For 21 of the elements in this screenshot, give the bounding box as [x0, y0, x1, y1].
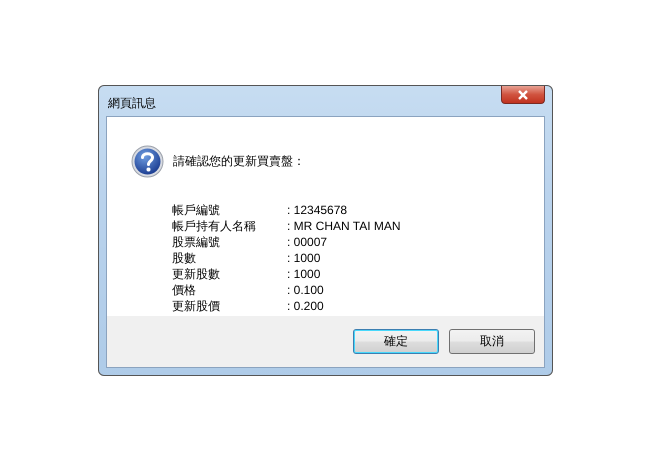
field-label: 股票編號	[172, 234, 221, 250]
field-label: 更新股價	[172, 298, 221, 314]
field-label: 股數	[172, 250, 197, 266]
field-value: : 00007	[287, 234, 328, 250]
field-label: 帳戶持有人名稱	[172, 218, 257, 234]
field-value: : 12345678	[287, 202, 348, 218]
field-value: : MR CHAN TAI MAN	[287, 218, 402, 234]
field-value: : 1000	[287, 266, 322, 282]
field-label: 更新股數	[172, 266, 221, 282]
question-icon	[131, 145, 164, 178]
field-value: : 0.100	[287, 282, 325, 298]
cancel-button[interactable]: 取消	[449, 329, 535, 354]
ok-button[interactable]: 確定	[353, 329, 439, 354]
field-label: 帳戶編號	[172, 202, 221, 218]
field-value: : 0.200	[287, 298, 325, 314]
window-title: 網頁訊息	[108, 95, 156, 112]
close-button[interactable]	[501, 86, 545, 104]
confirm-message: 請確認您的更新買賣盤：	[173, 153, 305, 170]
field-label: 價格	[172, 282, 197, 298]
field-value: : 1000	[287, 250, 322, 266]
close-icon	[517, 90, 529, 100]
